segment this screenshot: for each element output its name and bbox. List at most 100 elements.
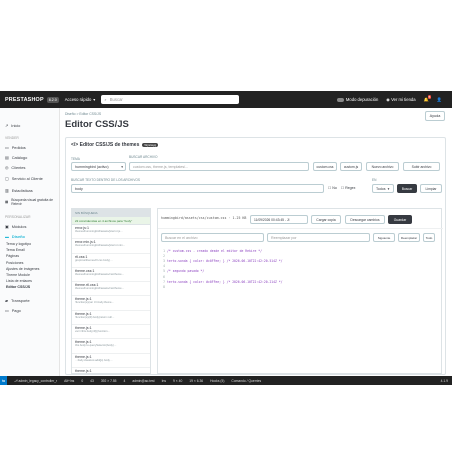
file-result-item[interactable]: theme.js:1 …body.classList.add(js) body… <box>72 354 150 368</box>
notifications-bell-icon[interactable]: 🔔 5 <box>424 94 432 103</box>
sidebar-item-modules[interactable]: ▣ Módulos <box>0 221 59 231</box>
debug-mode-toggle[interactable]: Modo depuración <box>336 97 378 102</box>
sidebar-label: Diseño <box>11 233 25 239</box>
branch-indicator[interactable]: ⎇ admin_legacy_controller_r <box>14 379 57 383</box>
file-result-item[interactable]: theme.js:1 <box>72 368 150 373</box>
search-button[interactable]: Buscar <box>397 184 417 193</box>
sidebar-label: Catálogo <box>11 154 28 160</box>
search-options: ☐ No ☐ Regex <box>328 186 355 190</box>
sidebar-label: Transporte <box>11 298 30 303</box>
file-result-snippet: …body.classList.add(js) body… <box>75 358 113 362</box>
replace-input[interactable]: Reemplazar por <box>267 233 370 242</box>
no-checkbox[interactable]: ☐ No <box>328 186 337 190</box>
code-line: 8 <box>158 284 443 289</box>
remote-icon[interactable]: ⇆ <box>0 376 7 385</box>
file-result-item[interactable]: theme.rtl.css:1 themes/hummingbird/assets… <box>72 282 150 297</box>
sidebar-item-transport[interactable]: ▰ Transporte <box>0 296 59 306</box>
file-result-item[interactable]: error.min.js:1 themes/hummingbird/assets/… <box>72 239 150 254</box>
status-item[interactable]: 4 <box>124 379 126 383</box>
file-path-text: hummingbird/assets/css/custom.css <box>161 216 227 220</box>
editor-toolbar: hummingbird/assets/css/custom.css · 1.25… <box>158 209 443 229</box>
file-result-snippet: themes/hummingbird/assets/css/theme… <box>75 287 125 291</box>
results-header: SIN BÚSQUEDA <box>72 209 150 217</box>
status-item[interactable]: Hooks (5) <box>210 379 224 383</box>
quick-access-button[interactable]: Acceso rápido ▾ <box>65 97 96 102</box>
sidebar-item-gift[interactable]: ▦ Búsqueda visual gratuita de Relevir <box>0 195 59 209</box>
sidebar-item-stats[interactable]: ▥ Estadísticas <box>0 185 59 195</box>
line-text: terto.sonda { color: #c0FFee; } /* 2026-… <box>167 279 283 284</box>
status-item[interactable]: 4.1.9 <box>441 379 448 383</box>
file-result-item[interactable]: theme.css:1 themes/hummingbird/assets/css… <box>72 268 150 283</box>
custom-css-button[interactable]: custom.css <box>313 162 337 171</box>
text-search-input[interactable]: body <box>71 184 324 193</box>
version-badge: 8.2.0 <box>46 96 59 103</box>
status-item[interactable]: 0 <box>81 379 83 383</box>
custom-js-button[interactable]: custom.js <box>340 162 362 171</box>
desktop-icon: ▬ <box>5 233 9 239</box>
sidebar-label: Búsqueda visual gratuita de Relevir <box>11 198 54 206</box>
panel-title: </> Editor CSS/JS de themes Wysiwyg <box>71 142 159 148</box>
sidebar-item-design[interactable]: ▬ Diseño <box>0 231 59 241</box>
replace-button[interactable]: Reemplazar <box>398 233 420 242</box>
branch-name: admin_legacy_controller_r <box>18 378 58 383</box>
upload-file-button[interactable]: Subir archivo <box>403 162 440 171</box>
theme-select[interactable]: hummingbird (activo) ▾ <box>71 162 126 171</box>
file-search-input[interactable]: custom.css, theme.js, templates/... <box>129 162 309 171</box>
next-button[interactable]: Siguiente <box>373 233 395 242</box>
status-item[interactable]: Comando / Querries <box>231 379 261 383</box>
chat-icon: ▢ <box>5 176 9 181</box>
in-label: EN <box>372 178 377 182</box>
status-item[interactable]: 19 × 6.36 <box>189 379 203 383</box>
status-item[interactable]: Ins <box>162 379 166 383</box>
regex-checkbox[interactable]: ☐ Regex <box>341 186 356 190</box>
new-file-button[interactable]: Nuevo archivo <box>366 162 399 171</box>
search-input[interactable]: ⌕ Buscar <box>101 95 240 104</box>
status-item[interactable]: 43 <box>90 379 94 383</box>
file-result-item[interactable]: theme.js:1 var t=this.body;if(t)(function… <box>72 325 150 340</box>
scope-select[interactable]: Todos ▾ <box>372 184 394 193</box>
section-customize-heading: PERSONALIZAR <box>5 215 31 219</box>
breadcrumb: Diseño > Editor CSS/JS <box>65 112 102 116</box>
clear-button[interactable]: Limpiar <box>420 184 442 193</box>
file-result-snippet: themes/hummingbird/assets/js/error.js… <box>75 230 123 233</box>
status-item[interactable]: admin@ao.test <box>132 379 154 383</box>
help-button[interactable]: Ayuda <box>425 111 445 121</box>
sidebar-subitem-active[interactable]: Editor CSS/JS <box>0 284 59 290</box>
file-result-item[interactable]: theme.js:1 !function(e){var t=r.body.them… <box>72 296 150 311</box>
user-icon[interactable]: 👤 <box>437 97 442 103</box>
file-result-item[interactable]: rtl.css:1 grep/css/themes/rtl.css body{… <box>72 254 150 268</box>
find-input[interactable]: Buscar en el archivo <box>161 233 264 242</box>
load-copy-button[interactable]: Cargar copia <box>311 215 341 224</box>
sidebar-item-customers[interactable]: ◎ Clientes <box>0 162 59 172</box>
line-text: /* segundo pasado */ <box>167 269 205 274</box>
prestashop-logo: PRESTASHOP <box>5 96 44 103</box>
sidebar-item-service[interactable]: ▢ Servicio al Cliente <box>0 172 59 185</box>
page-title: Editor CSS/JS <box>65 119 129 130</box>
view-store-link[interactable]: ◉ Ver mi tienda <box>386 97 415 102</box>
sidebar-label: Módulos <box>11 223 27 229</box>
toggle-icon <box>336 97 344 102</box>
sidebar-item-payment[interactable]: ▭ Pago <box>0 306 59 316</box>
file-result-item[interactable]: theme.js:1 this.body=e.querySelector(body… <box>72 339 150 354</box>
file-result-item[interactable]: theme.js:1 !function(e){if(t.body)return … <box>72 311 150 326</box>
status-item[interactable]: 9 × 40 <box>173 379 182 383</box>
view-store-label: Ver mi tienda <box>391 97 416 102</box>
save-button[interactable]: Guardar <box>388 215 412 224</box>
download-changes-button[interactable]: Descargar cambios <box>345 215 385 224</box>
sidebar-item-orders[interactable]: ▭ Pedidos <box>0 142 59 152</box>
sidebar-label: Clientes <box>11 164 26 170</box>
gift-icon: ▦ <box>5 200 9 204</box>
sidebar-item-home[interactable]: ↗ Inicio <box>0 120 59 130</box>
backup-select[interactable]: 11/09/2026 00:43:45 - Jl <box>250 215 308 224</box>
file-path: hummingbird/assets/css/custom.css · 1.25… <box>161 216 247 220</box>
sidebar-label: Servicio al Cliente <box>11 176 43 181</box>
status-item[interactable]: 392 × 7.55 <box>101 379 117 383</box>
sidebar-item-catalog[interactable]: ▤ Catálogo <box>0 152 59 162</box>
chevron-down-icon: ▾ <box>387 186 390 191</box>
replace-all-button[interactable]: Todo <box>423 233 435 242</box>
file-result-item[interactable]: error.js:1 themes/hummingbird/assets/js/e… <box>72 225 150 240</box>
file-result-snippet: this.body=e.querySelector(body)… <box>75 344 117 348</box>
status-item[interactable]: Alt+Ins <box>64 379 74 383</box>
line-number: 8 <box>163 284 165 289</box>
code-area[interactable]: 1/* custom.css - creado desde el editor … <box>158 248 443 290</box>
